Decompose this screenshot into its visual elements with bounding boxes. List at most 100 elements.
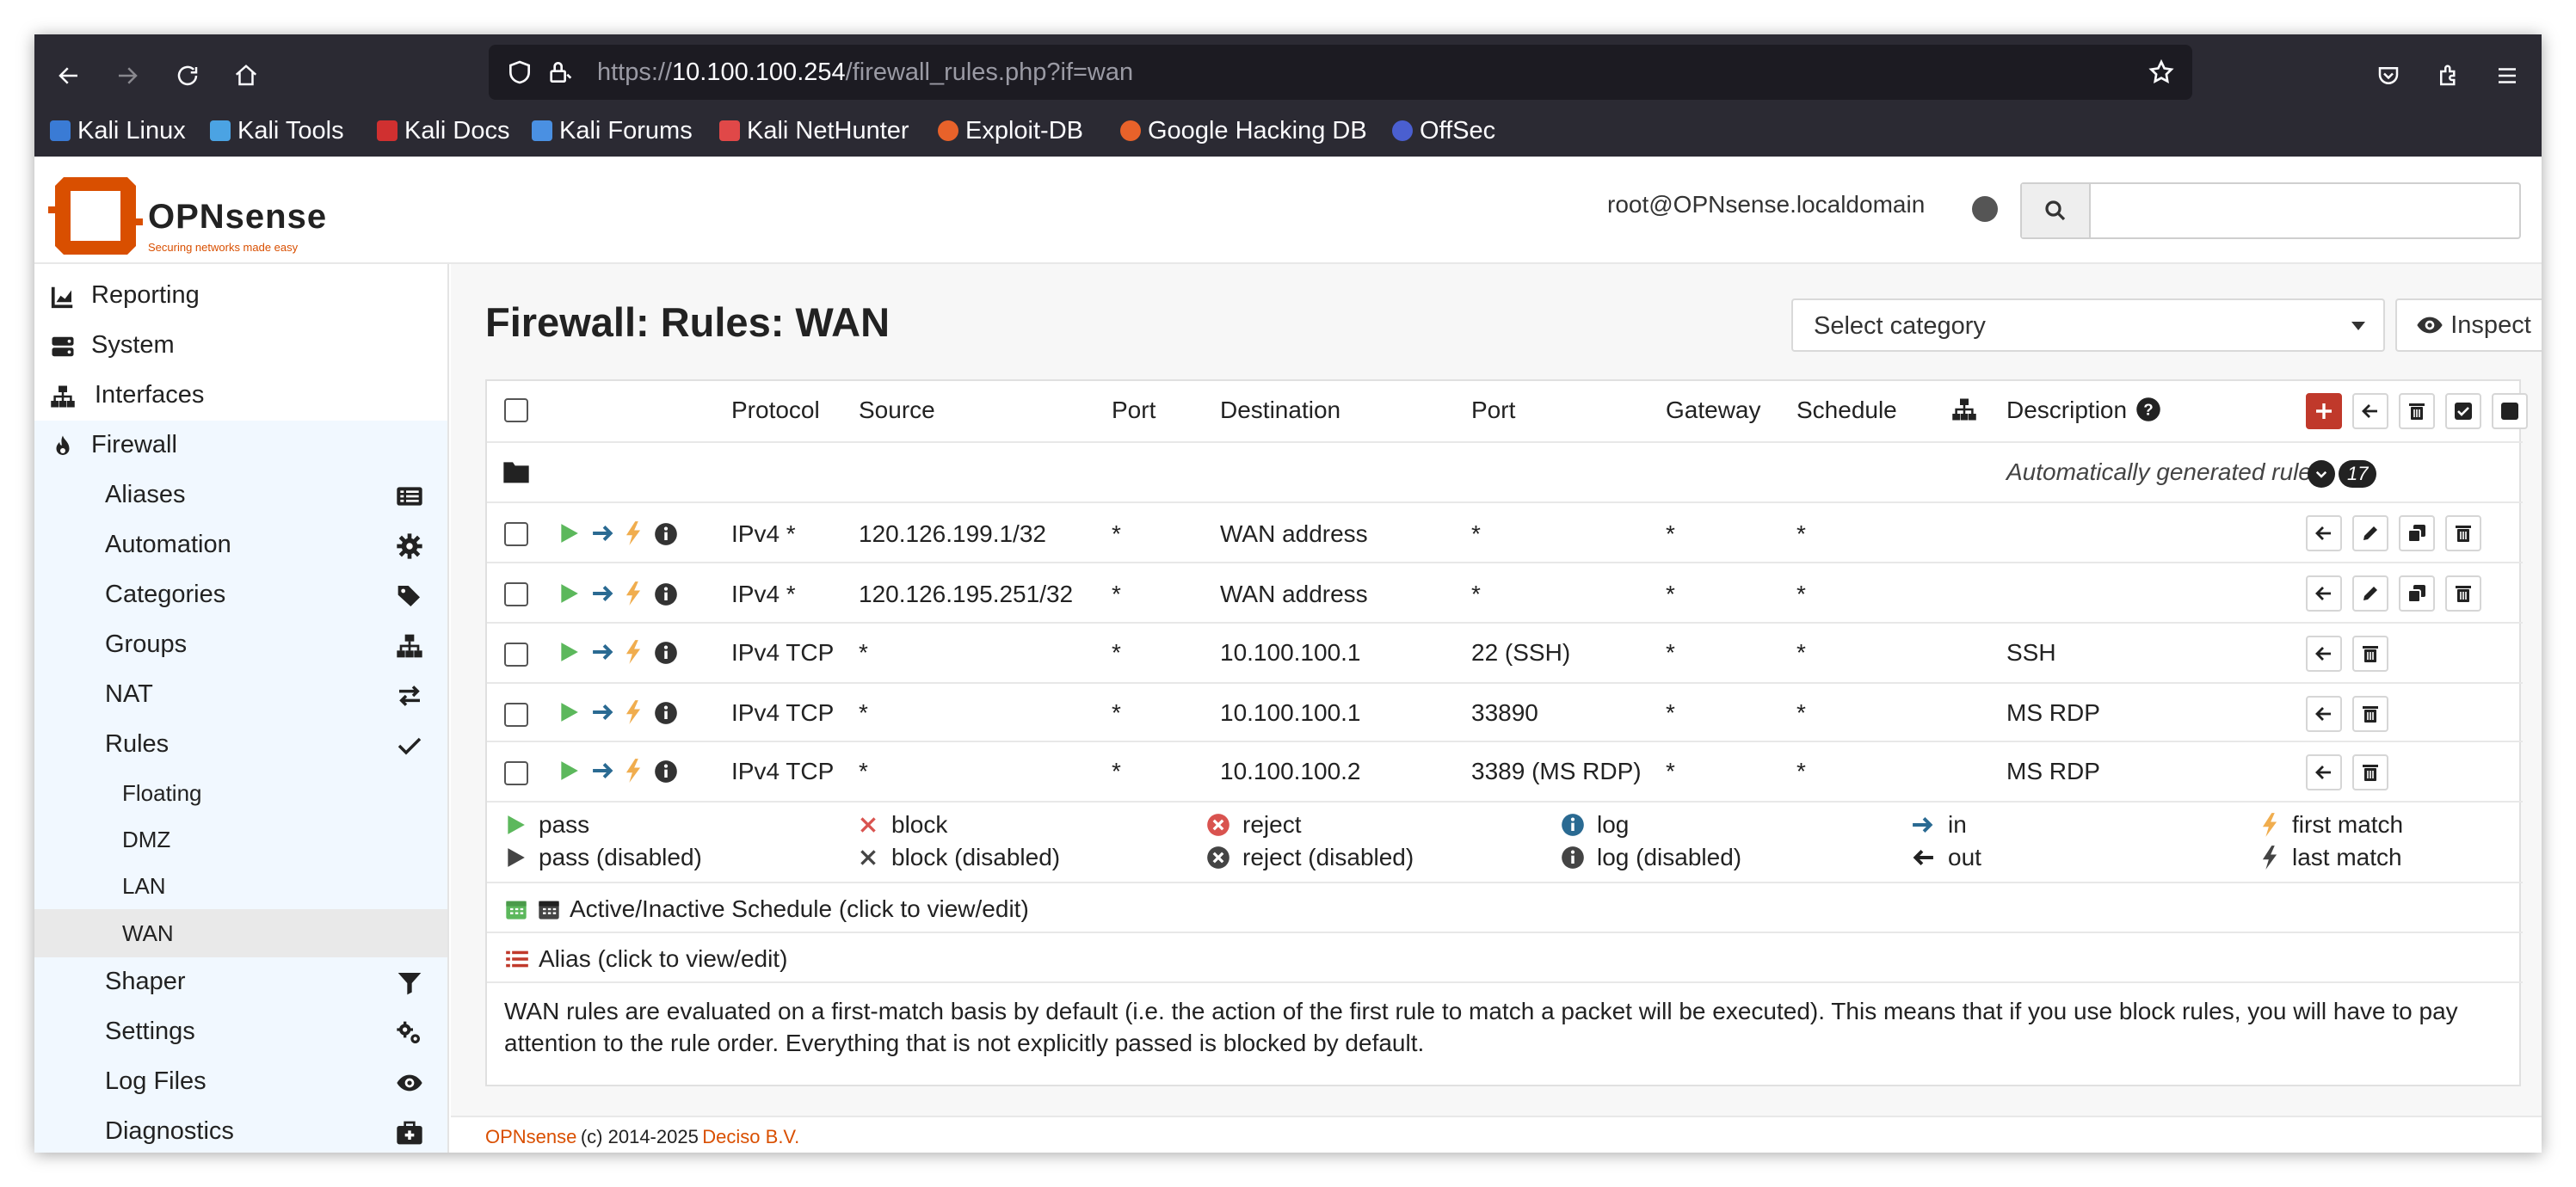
sidebar-item-interfaces[interactable]: Interfaces [34,371,447,421]
table-row[interactable]: IPv4 * 120.126.195.251/32 * WAN address … [487,563,2523,624]
clone-rule-button[interactable] [2399,515,2435,551]
reload-icon[interactable] [163,52,212,100]
sidebar-item-label: Automation [105,531,231,558]
sidebar-item-label: Diagnostics [105,1117,234,1145]
sidebar-item-rules[interactable]: Rules [34,720,447,770]
alias-legend[interactable]: Alias (click to view/edit) [487,933,2523,983]
arrow-left-icon [2315,647,2331,661]
delete-rule-button[interactable] [2352,636,2388,672]
delete-selected-button[interactable] [2399,393,2435,429]
url-bar[interactable]: https://10.100.100.254/firewall_rules.ph… [489,45,2192,100]
delete-rule-button[interactable] [2445,515,2481,551]
bookmark-kali-forums[interactable]: Kali Forums [532,112,693,150]
schedule-legend[interactable]: Active/Inactive Schedule (click to view/… [487,883,2523,933]
sidebar-item-floating[interactable]: Floating [34,770,447,816]
sidebar-item-automation[interactable]: Automation [34,520,447,570]
sidebar-item-log-files[interactable]: Log Files [34,1057,447,1107]
move-before-button[interactable] [2306,754,2342,790]
bookmark-kali-nethunter[interactable]: Kali NetHunter [719,112,909,150]
search-icon[interactable] [2022,184,2091,237]
select-all-checkbox[interactable] [504,398,528,422]
extensions-icon[interactable] [2425,52,2473,100]
bookmark-google-hacking-db[interactable]: Google Hacking DB [1120,112,1367,150]
sidebar-item-system[interactable]: System [34,321,447,371]
sidebar-item-shaper[interactable]: Shaper [34,957,447,1007]
disable-selected-button[interactable] [2492,393,2528,429]
sidebar-item-nat[interactable]: NAT [34,670,447,720]
shield-icon[interactable] [506,58,533,90]
bookmark-offsec[interactable]: OffSec [1392,112,1495,150]
menu-icon[interactable] [2483,52,2531,100]
forward-icon[interactable] [103,52,151,100]
sidebar-item-dmz[interactable]: DMZ [34,816,447,863]
opnsense-logo[interactable]: OPNsense Securing networks made easy [48,169,326,268]
info-icon[interactable] [654,641,678,665]
lock-icon[interactable] [545,58,573,90]
info-icon[interactable] [654,760,678,784]
delete-rule-button[interactable] [2352,696,2388,732]
table-row[interactable]: IPv4 TCP * * 10.100.100.1 22 (SSH) * * S… [487,624,2523,684]
pass-icon[interactable] [558,760,580,782]
help-icon[interactable]: ? [2135,397,2161,422]
chevron-down-icon[interactable] [2308,460,2335,488]
pocket-icon[interactable] [2364,52,2413,100]
sidebar-item-settings[interactable]: Settings [34,1007,447,1057]
move-before-button[interactable] [2306,515,2342,551]
edit-rule-button[interactable] [2352,515,2388,551]
delete-rule-button[interactable] [2445,575,2481,612]
bookmark-kali-tools[interactable]: Kali Tools [210,112,344,150]
bookmark-kali-docs[interactable]: Kali Docs [377,112,510,150]
edit-rule-button[interactable] [2352,575,2388,612]
pass-icon[interactable] [558,641,580,663]
bookmark-star-icon[interactable] [2148,58,2175,90]
move-before-button[interactable] [2306,636,2342,672]
sidebar-item-categories[interactable]: Categories [34,570,447,620]
pass-icon[interactable] [558,582,580,605]
bookmark-exploit-db[interactable]: Exploit-DB [938,112,1083,150]
bookmark-kali-linux[interactable]: Kali Linux [50,112,186,150]
search-box[interactable] [2020,182,2521,239]
first-match-icon [626,759,641,783]
search-input[interactable] [2092,186,2514,236]
move-selected-button[interactable] [2352,393,2388,429]
sidebar-item-groups[interactable]: Groups [34,620,447,670]
status-dot-icon[interactable] [1972,196,1998,222]
table-row[interactable]: IPv4 TCP * * 10.100.100.2 3389 (MS RDP) … [487,742,2523,803]
row-checkbox[interactable] [504,643,528,667]
delete-rule-button[interactable] [2352,754,2388,790]
home-icon[interactable] [222,52,270,100]
sidebar-item-lan[interactable]: LAN [34,863,447,909]
auto-rules-row[interactable]: Automatically generated rules 17 [487,443,2523,503]
back-icon[interactable] [45,52,93,100]
footer-brand-link[interactable]: OPNsense [485,1126,576,1147]
info-icon[interactable] [654,522,678,546]
move-before-button[interactable] [2306,696,2342,732]
row-checkbox[interactable] [504,522,528,546]
user-account[interactable]: root@OPNsense.localdomain [1607,191,1925,218]
url-text[interactable]: https://10.100.100.254/firewall_rules.ph… [597,45,1133,100]
table-row[interactable]: IPv4 TCP * * 10.100.100.1 33890 * * MS R… [487,684,2523,742]
table-row[interactable]: IPv4 * 120.126.199.1/32 * WAN address * … [487,503,2523,563]
sidebar-item-firewall[interactable]: Firewall [34,421,447,470]
inspect-button[interactable]: Inspect [2395,298,2542,352]
row-checkbox[interactable] [504,582,528,606]
select-category-dropdown[interactable]: Select category [1791,298,2385,352]
move-before-button[interactable] [2306,575,2342,612]
first-match-icon [626,640,641,664]
sidebar-item-aliases[interactable]: Aliases [34,470,447,520]
sidebar-item-diagnostics[interactable]: Diagnostics [34,1107,447,1153]
footer-company-link[interactable]: Deciso B.V. [702,1126,799,1147]
pass-icon[interactable] [558,701,580,723]
info-icon[interactable] [654,701,678,725]
rules-table: Protocol Source Port Destination Port Ga… [485,379,2528,1086]
sidebar-item-wan[interactable]: WAN [34,909,447,957]
info-icon[interactable] [654,582,678,606]
clone-rule-button[interactable] [2399,575,2435,612]
row-protocol: IPv4 * [731,520,796,547]
sidebar-item-reporting[interactable]: Reporting [34,271,447,321]
row-checkbox[interactable] [504,761,528,785]
pass-icon[interactable] [558,522,580,544]
row-checkbox[interactable] [504,703,528,727]
add-rule-button[interactable] [2306,393,2342,429]
enable-selected-button[interactable] [2445,393,2481,429]
